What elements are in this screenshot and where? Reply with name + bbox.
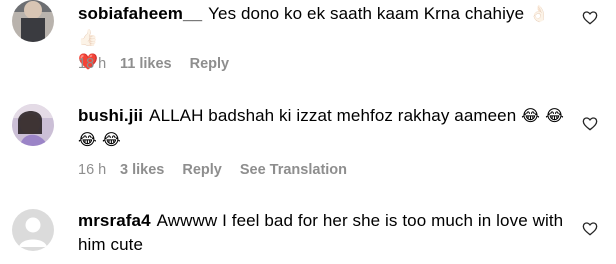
comment-likes[interactable]: 3 likes — [120, 162, 164, 178]
reply-button[interactable]: Reply — [190, 56, 230, 72]
avatar[interactable] — [12, 104, 54, 146]
comment-body: ALLAH badshah ki izzat mehfoz rakhay aam… — [149, 106, 517, 125]
laughing-emoji-group: 😂 😂 — [78, 130, 121, 149]
comment-username[interactable]: mrsrafa4 — [78, 211, 151, 230]
comment-time: 18 h — [78, 56, 107, 72]
avatar[interactable] — [12, 209, 54, 251]
like-heart-icon[interactable] — [582, 221, 598, 237]
comment-time: 16 h — [78, 162, 107, 178]
like-heart-icon[interactable] — [582, 10, 598, 26]
laughing-emoji-group: 😂 😂 — [521, 106, 564, 125]
comment-meta: 16 h 3 likes Reply See Translation — [78, 162, 347, 178]
default-avatar-icon — [12, 209, 54, 251]
avatar-photo — [12, 0, 54, 42]
comment-text-block: bushi.jii ALLAH badshah ki izzat mehfoz r… — [78, 104, 568, 152]
comment-username[interactable]: sobiafaheem__ — [78, 4, 202, 23]
comment-item: bushi.jii ALLAH badshah ki izzat mehfoz r… — [0, 100, 616, 190]
avatar[interactable] — [12, 0, 54, 42]
like-heart-icon[interactable] — [582, 116, 598, 132]
see-translation-button[interactable]: See Translation — [240, 162, 347, 178]
reply-button[interactable]: Reply — [182, 162, 222, 178]
comment-username[interactable]: bushi.jii — [78, 106, 143, 125]
comment-body: Yes dono ko ek saath kaam Krna chahiye — [208, 4, 525, 23]
comment-item: mrsrafa4 Awwww I feel bad for her she is … — [0, 205, 616, 264]
comment-meta: 18 h 11 likes Reply — [78, 56, 247, 72]
comment-likes[interactable]: 11 likes — [120, 56, 172, 72]
comment-item: sobiafaheem__ Yes dono ko ek saath kaam K… — [0, 0, 616, 90]
avatar-photo — [12, 104, 54, 146]
comment-text-block: mrsrafa4 Awwww I feel bad for her she is … — [78, 209, 568, 257]
